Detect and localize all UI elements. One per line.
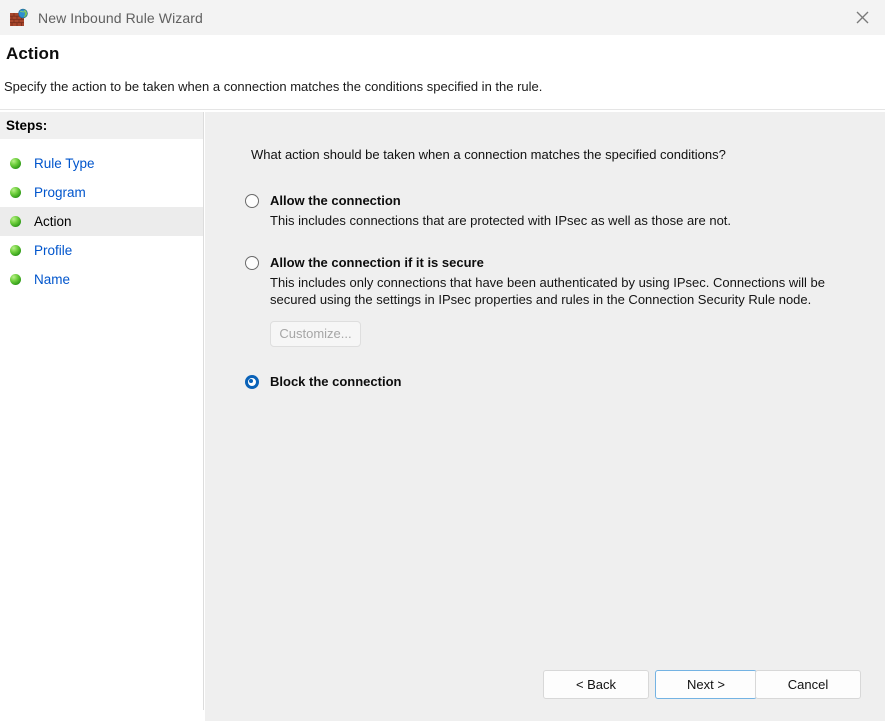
- sidebar-item-label: Name: [34, 272, 71, 287]
- option-title: Allow the connection if it is secure: [270, 254, 484, 270]
- wizard-window: New Inbound Rule Wizard Action Specify t…: [0, 0, 885, 721]
- cancel-button[interactable]: Cancel: [755, 670, 861, 699]
- green-bullet-icon: [10, 245, 21, 256]
- page-title: Action: [6, 44, 60, 63]
- title-bar: New Inbound Rule Wizard: [0, 0, 885, 35]
- page-subtitle: Specify the action to be taken when a co…: [4, 79, 543, 94]
- firewall-globe-icon: [9, 8, 29, 28]
- action-options-group: Allow the connection This includes conne…: [245, 192, 845, 396]
- sidebar-item-label: Action: [34, 214, 72, 229]
- customize-button[interactable]: Customize...: [270, 320, 361, 347]
- steps-header: Steps:: [0, 112, 203, 139]
- sidebar-item-program[interactable]: Program: [0, 178, 203, 207]
- option-block-connection[interactable]: Block the connection: [245, 373, 845, 390]
- option-title: Block the connection: [270, 373, 402, 389]
- content-panel: What action should be taken when a conne…: [205, 112, 885, 721]
- action-question: What action should be taken when a conne…: [251, 147, 726, 162]
- radio-allow-if-secure[interactable]: [245, 255, 259, 270]
- steps-list: Rule Type Program Action Profile Name: [0, 139, 203, 294]
- option-title: Allow the connection: [270, 193, 401, 208]
- steps-sidebar: Steps: Rule Type Program Action Profile: [0, 112, 204, 710]
- option-description: This includes connections that are prote…: [270, 213, 732, 228]
- steps-header-label: Steps:: [6, 118, 48, 133]
- sidebar-item-rule-type[interactable]: Rule Type: [0, 149, 203, 178]
- green-bullet-icon: [10, 158, 21, 169]
- radio-allow-connection[interactable]: [245, 194, 259, 208]
- close-icon[interactable]: [839, 0, 885, 35]
- sidebar-item-profile[interactable]: Profile: [0, 236, 203, 265]
- option-allow-connection[interactable]: Allow the connection This includes conne…: [245, 192, 845, 230]
- next-button[interactable]: Next >: [655, 670, 757, 699]
- green-bullet-icon: [10, 216, 21, 227]
- sidebar-item-label: Rule Type: [34, 156, 95, 171]
- sidebar-item-label: Profile: [34, 243, 73, 258]
- sidebar-item-name[interactable]: Name: [0, 265, 203, 294]
- wizard-footer: < Back Next > Cancel: [205, 659, 885, 721]
- radio-block-connection[interactable]: [245, 374, 259, 389]
- back-button[interactable]: < Back: [543, 670, 649, 699]
- green-bullet-icon: [10, 187, 21, 198]
- window-title: New Inbound Rule Wizard: [38, 9, 203, 26]
- option-allow-if-secure[interactable]: Allow the connection if it is secure Thi…: [245, 254, 845, 347]
- page-header: Action Specify the action to be taken wh…: [0, 35, 885, 110]
- green-bullet-icon: [10, 274, 21, 285]
- option-description: This includes only connections that have…: [270, 274, 826, 308]
- sidebar-item-action[interactable]: Action: [0, 207, 203, 236]
- sidebar-item-label: Program: [34, 185, 86, 200]
